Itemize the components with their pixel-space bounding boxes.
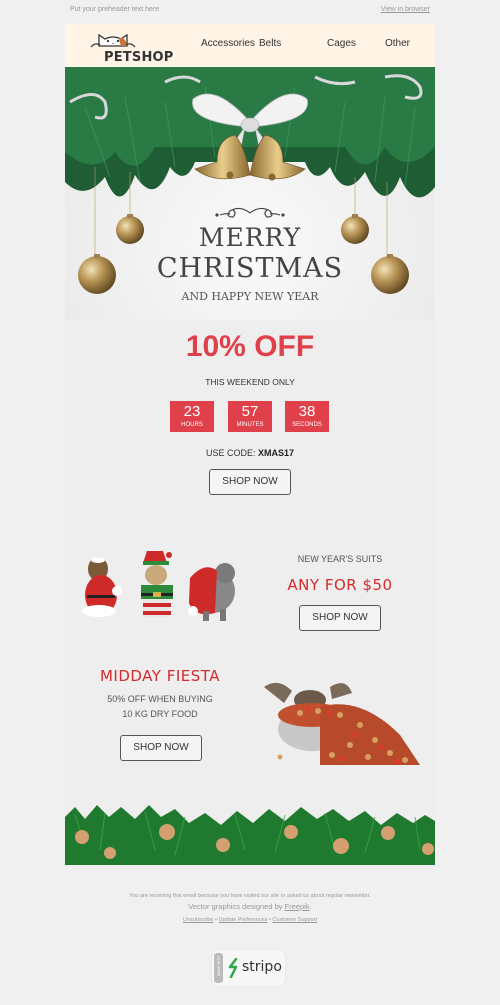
fiesta-title: MIDDAY FIESTA xyxy=(99,667,221,685)
hero-banner: MERRY CHRISTMAS AND HAPPY NEW YEAR xyxy=(65,67,435,320)
footer-links: Unsubscribe • Update Preferences • Custo… xyxy=(0,917,500,923)
made-with-stripo-badge[interactable]: MADE WITH stripo xyxy=(212,950,285,986)
countdown-label: MINUTES xyxy=(236,422,264,428)
shop-now-button-main[interactable]: SHOP NOW xyxy=(209,469,291,495)
email-body: PETSHOP Accessories Belts Cages Other ME… xyxy=(65,24,435,865)
promo-code-label: USE CODE: xyxy=(205,448,256,458)
pine-garland-with-snowflakes-icon xyxy=(65,805,435,865)
countdown-value: 57 xyxy=(241,403,259,420)
countdown-label: SECONDS xyxy=(292,422,322,428)
flourish-ornament-icon xyxy=(215,207,285,218)
discount-headline: 10% OFF xyxy=(185,330,315,363)
hero-title-merry: MERRY xyxy=(198,223,302,252)
countdown-seconds: 38 SECONDS xyxy=(285,401,329,432)
header: PETSHOP Accessories Belts Cages Other xyxy=(65,24,435,67)
footer-credits: Vector graphics designed by Freepik. xyxy=(0,902,500,911)
countdown-label: HOURS xyxy=(181,422,203,428)
nav-other[interactable]: Other xyxy=(385,38,410,49)
dog-with-dry-food-image xyxy=(264,682,420,765)
suits-title: ANY FOR $50 xyxy=(287,576,393,594)
footer-disclaimer: You are receiving this email because you… xyxy=(129,893,371,899)
promo-code-line: USE CODE: XMAS17 xyxy=(65,448,435,458)
garland-footer-decoration xyxy=(65,805,435,865)
stripo-logo-icon xyxy=(228,958,238,978)
fiesta-line-1: 50% OFF WHEN BUYING xyxy=(107,694,213,704)
suits-label: NEW YEAR'S SUITS xyxy=(297,554,383,564)
main-nav: Accessories Belts Cages Other xyxy=(65,38,435,52)
nav-cages[interactable]: Cages xyxy=(327,38,356,49)
fiesta-line-2: 10 KG DRY FOOD xyxy=(122,709,198,719)
unsubscribe-link[interactable]: Unsubscribe xyxy=(183,917,214,923)
countdown-hours: 23 HOURS xyxy=(170,401,214,432)
suits-section: NEW YEAR'S SUITS ANY FOR $50 SHOP NOW xyxy=(65,533,435,665)
countdown-minutes: 57 MINUTES xyxy=(228,401,272,432)
credits-prefix: Vector graphics designed by xyxy=(188,902,285,911)
promo-section: 10% OFF THIS WEEKEND ONLY 23 HOURS 57 MI… xyxy=(65,320,435,533)
preheader-text: Put your preheader text here xyxy=(70,6,160,13)
countdown-value: 38 xyxy=(298,403,316,420)
made-with-tag: MADE WITH xyxy=(214,953,223,983)
promo-code: XMAS17 xyxy=(258,448,295,458)
hero-subtitle: AND HAPPY NEW YEAR xyxy=(181,290,319,303)
made-with-text: MADE WITH xyxy=(217,955,221,977)
freepik-link[interactable]: Freepik xyxy=(285,902,310,911)
shop-now-button-fiesta[interactable]: SHOP NOW xyxy=(120,735,202,761)
dogs-in-christmas-suits-image xyxy=(82,551,235,621)
countdown-value: 23 xyxy=(183,403,201,420)
footer: You are receiving this email because you… xyxy=(0,893,500,923)
logo-text: PETSHOP xyxy=(104,50,174,65)
nav-accessories[interactable]: Accessories xyxy=(201,38,255,49)
credits-suffix: . xyxy=(309,902,312,911)
update-preferences-link[interactable]: Update Preferences xyxy=(219,917,268,923)
separator: • xyxy=(215,917,217,923)
shop-now-button-suits[interactable]: SHOP NOW xyxy=(299,605,381,631)
nav-belts[interactable]: Belts xyxy=(259,38,281,49)
view-in-browser-link[interactable]: View in browser xyxy=(381,6,430,13)
separator: • xyxy=(268,917,271,923)
hero-title-christmas: CHRISTMAS xyxy=(156,253,344,284)
fiesta-section: MIDDAY FIESTA 50% OFF WHEN BUYING 10 KG … xyxy=(65,665,435,805)
promo-note: THIS WEEKEND ONLY xyxy=(205,377,295,387)
stripo-brand-text: stripo xyxy=(242,959,282,975)
customer-support-link[interactable]: Customer Support xyxy=(272,917,317,923)
